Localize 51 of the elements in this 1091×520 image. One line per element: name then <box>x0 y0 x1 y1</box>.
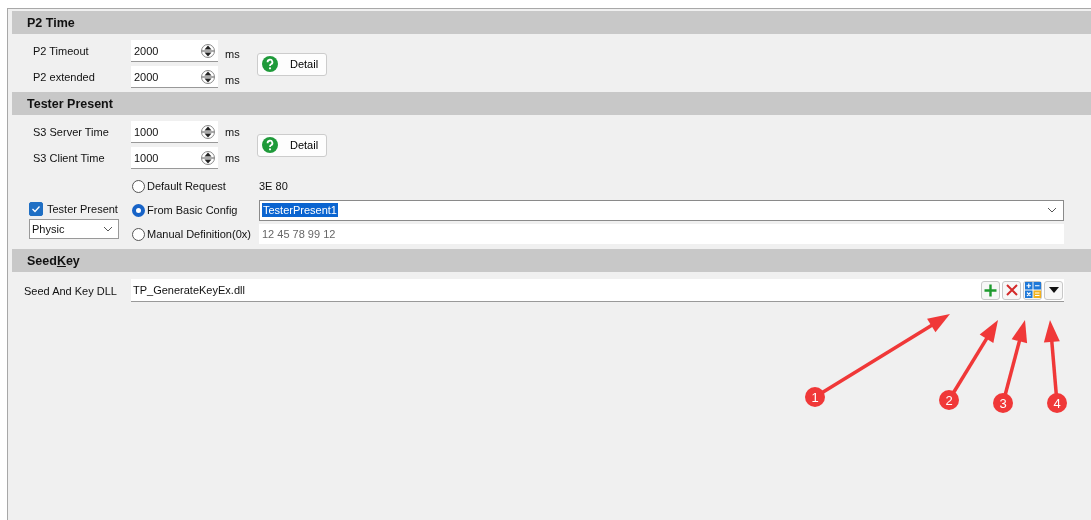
section-title: Tester Present <box>27 96 113 111</box>
delete-button[interactable] <box>1002 280 1021 300</box>
section-title: SeedKey <box>27 253 80 268</box>
request-value: 3E 80 <box>259 180 288 192</box>
callout-number: 1 <box>811 390 819 405</box>
field-label: S3 Client Time <box>33 152 106 164</box>
dropdown-button[interactable] <box>1044 280 1063 300</box>
callout-badge <box>1047 393 1067 413</box>
number-spinner[interactable]: 2000 <box>131 40 218 62</box>
callout-badge <box>939 390 959 410</box>
field-label: S3 Server Time <box>33 126 110 138</box>
field-label: P2 extended <box>33 71 96 83</box>
spinner-arrows-icon[interactable] <box>201 41 215 60</box>
triangle-down-icon <box>1048 287 1059 293</box>
addressing-dropdown[interactable]: Physic <box>29 219 119 239</box>
add-button[interactable] <box>981 280 1000 300</box>
callout-badge <box>805 387 825 407</box>
help-icon <box>262 56 278 72</box>
field-label: Seed And Key DLL <box>24 284 118 297</box>
chevron-down-icon <box>103 226 113 232</box>
callout-badge <box>993 393 1013 413</box>
plus-icon <box>984 283 997 297</box>
detail-button[interactable]: Detail <box>257 133 327 157</box>
chevron-down-icon <box>1047 207 1057 213</box>
tester-present-checkbox[interactable]: Tester Present <box>29 202 119 216</box>
option-radio[interactable]: Manual Definition(0x) <box>132 227 259 241</box>
number-spinner[interactable]: 1000 <box>131 121 218 143</box>
config-combobox[interactable]: TesterPresent1 <box>259 199 1064 221</box>
number-spinner[interactable]: 2000 <box>131 66 218 88</box>
option-radio[interactable]: From Basic Config <box>132 203 259 217</box>
detail-button[interactable]: Detail <box>257 52 327 76</box>
unit-label: ms <box>225 47 241 60</box>
spinner-arrows-icon[interactable] <box>201 67 215 86</box>
close-icon <box>1005 284 1018 296</box>
spinner-arrows-icon[interactable] <box>201 122 215 141</box>
callout-number: 2 <box>945 393 953 408</box>
hex-input-field[interactable]: 12 45 78 99 12 <box>259 224 1064 244</box>
unit-label: ms <box>225 152 241 164</box>
number-spinner[interactable]: 1000 <box>131 147 218 169</box>
field-label: P2 Timeout <box>33 45 90 57</box>
unit-label: ms <box>225 73 241 86</box>
checkmark-icon <box>31 204 41 214</box>
option-radio[interactable]: Default Request <box>132 179 259 193</box>
help-icon <box>262 137 278 153</box>
calculator-button[interactable] <box>1023 280 1042 300</box>
callout-number: 4 <box>1053 396 1061 411</box>
calculator-icon <box>1024 282 1041 298</box>
callout-number: 3 <box>999 396 1007 411</box>
spinner-arrows-icon[interactable] <box>201 148 215 167</box>
section-title: P2 Time <box>27 15 75 30</box>
unit-label: ms <box>225 126 241 138</box>
